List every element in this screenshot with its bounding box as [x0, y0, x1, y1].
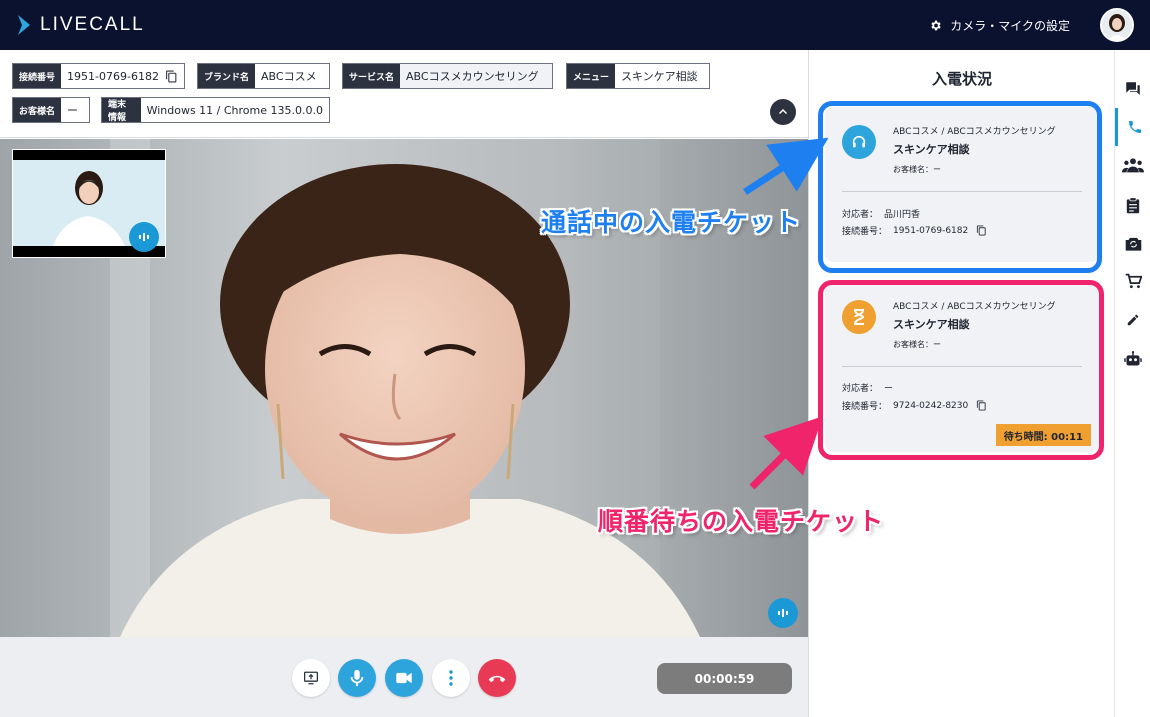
- annotation-arrows: [743, 137, 829, 490]
- waiting-annotation-arrow: [749, 416, 823, 490]
- active-annotation-arrow: [743, 137, 829, 195]
- annotation-waiting-ticket: 順番待ちの入電チケット: [598, 507, 885, 536]
- annotation-active-ticket: 通話中の入電チケット: [541, 208, 802, 237]
